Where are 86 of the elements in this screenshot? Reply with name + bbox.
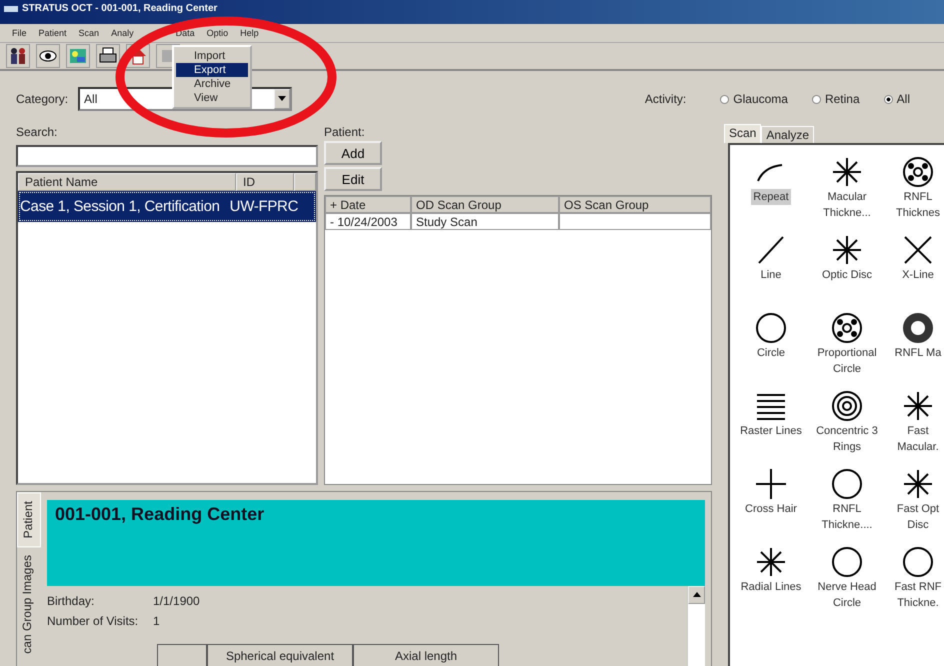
- asterisk-icon[interactable]: [901, 389, 935, 423]
- table-cell: - 10/24/2003: [325, 213, 411, 230]
- home-icon[interactable]: [126, 44, 150, 68]
- field-value: 1/1/1900: [153, 594, 200, 608]
- search-field[interactable]: [16, 145, 318, 167]
- people-icon[interactable]: [6, 44, 30, 68]
- menu-item[interactable]: View: [176, 91, 248, 105]
- image-icon[interactable]: [66, 44, 90, 68]
- circle-icon[interactable]: [754, 311, 788, 345]
- field-label: Number of Visits:: [47, 614, 140, 628]
- scan-type-label[interactable]: Circle: [754, 345, 788, 361]
- menu-item[interactable]: Export: [176, 63, 248, 77]
- activity-label: Activity:: [644, 92, 686, 106]
- radio-icon[interactable]: [884, 94, 893, 104]
- column-header[interactable]: Patient Name: [18, 173, 236, 191]
- column-header: Spherical equivalent: [207, 644, 353, 666]
- circle-icon[interactable]: [830, 467, 864, 501]
- asterisk-icon[interactable]: [754, 545, 788, 579]
- scan-type-label[interactable]: RNFL Thicknes: [886, 189, 944, 221]
- ring-icon[interactable]: [901, 311, 935, 345]
- scroll-up-icon[interactable]: [692, 592, 700, 598]
- field-value: 1: [153, 614, 160, 628]
- patient-button[interactable]: Edit: [324, 167, 382, 191]
- column-header[interactable]: OD Scan Group: [411, 196, 559, 213]
- tab[interactable]: Scan: [724, 124, 762, 143]
- scan-type-label[interactable]: Fast Macular.: [886, 423, 944, 455]
- scan-type-label[interactable]: Line: [758, 267, 784, 283]
- menu-item[interactable]: Scan: [78, 28, 100, 38]
- column-header[interactable]: ID: [236, 173, 294, 191]
- activity-radio[interactable]: Retina: [812, 92, 860, 106]
- dropdown-arrow-icon[interactable]: [278, 96, 286, 102]
- menu-item[interactable]: Archive: [176, 77, 248, 91]
- dotted-circle-icon[interactable]: [901, 155, 935, 189]
- patient-button[interactable]: Add: [324, 141, 382, 165]
- asterisk-icon[interactable]: [830, 233, 864, 267]
- table-cell: [157, 644, 207, 666]
- radio-icon[interactable]: [812, 94, 821, 104]
- column-header[interactable]: + Date: [325, 196, 411, 213]
- asterisk-icon[interactable]: [830, 155, 864, 189]
- scan-type-label[interactable]: Fast RNF Thickne.: [886, 579, 944, 611]
- search-label: Search:: [16, 124, 58, 141]
- scan-type-label[interactable]: RNFL Ma: [892, 345, 944, 361]
- menu-item[interactable]: Help: [240, 28, 259, 38]
- asterisk-icon[interactable]: [901, 467, 935, 501]
- menu-item[interactable]: Import: [176, 49, 248, 63]
- column-header: Axial length: [353, 644, 499, 666]
- scan-type-label[interactable]: X-Line: [900, 267, 936, 283]
- scan-type-label[interactable]: Optic Disc: [820, 267, 874, 283]
- scan-type-label[interactable]: Radial Lines: [738, 579, 804, 595]
- scan-type-label[interactable]: Concentric 3 Rings: [808, 423, 886, 455]
- vertical-tab[interactable]: can Group Images: [17, 547, 41, 662]
- vertical-tab[interactable]: Patient: [17, 492, 41, 548]
- scroll-up-button[interactable]: [688, 586, 705, 604]
- scan-type-label[interactable]: Fast Opt Disc: [886, 501, 944, 533]
- circle-icon[interactable]: [830, 545, 864, 579]
- radio-icon[interactable]: [720, 94, 730, 104]
- menu-item[interactable]: Optio: [206, 28, 228, 38]
- column-header[interactable]: OS Scan Group: [559, 196, 711, 213]
- column-header: [294, 173, 316, 191]
- app-icon: [4, 6, 18, 12]
- patient-label: Patient:: [324, 124, 365, 141]
- rings-icon[interactable]: [830, 389, 864, 423]
- scan-type-label[interactable]: Nerve Head Circle: [808, 579, 886, 611]
- menu-item[interactable]: Analy: [111, 28, 134, 38]
- circle-icon[interactable]: [901, 545, 935, 579]
- activity-radio[interactable]: All: [884, 92, 910, 106]
- scrollbar[interactable]: [687, 586, 705, 666]
- patient-heading: 001-001, Reading Center: [55, 504, 264, 524]
- crosshair-icon[interactable]: [754, 467, 788, 501]
- menu-item[interactable]: File: [12, 28, 27, 38]
- patient-row[interactable]: Case 1, Session 1, Certification UW-FPRC: [18, 191, 316, 222]
- field-label: Birthday:: [47, 594, 96, 608]
- menu-item[interactable]: Patient: [38, 28, 67, 38]
- scan-type-label[interactable]: Macular Thickne...: [808, 189, 886, 221]
- scan-type-label[interactable]: Repeat: [751, 189, 791, 205]
- scan-type-label[interactable]: RNFL Thickne....: [808, 501, 886, 533]
- eye-icon[interactable]: [36, 44, 60, 68]
- window-title: STRATUS OCT - 001-001, Reading Center: [22, 3, 218, 15]
- category-label: Category:: [16, 92, 68, 106]
- dotted-circle-icon[interactable]: [830, 311, 864, 345]
- printer-icon[interactable]: [96, 44, 120, 68]
- scan-type-label[interactable]: Cross Hair: [743, 501, 799, 517]
- activity-radio[interactable]: Glaucoma: [720, 92, 788, 106]
- table-cell: Study Scan: [411, 213, 559, 230]
- scan-type-label[interactable]: Raster Lines: [738, 423, 804, 439]
- scan-type-label[interactable]: Proportional Circle: [808, 345, 886, 377]
